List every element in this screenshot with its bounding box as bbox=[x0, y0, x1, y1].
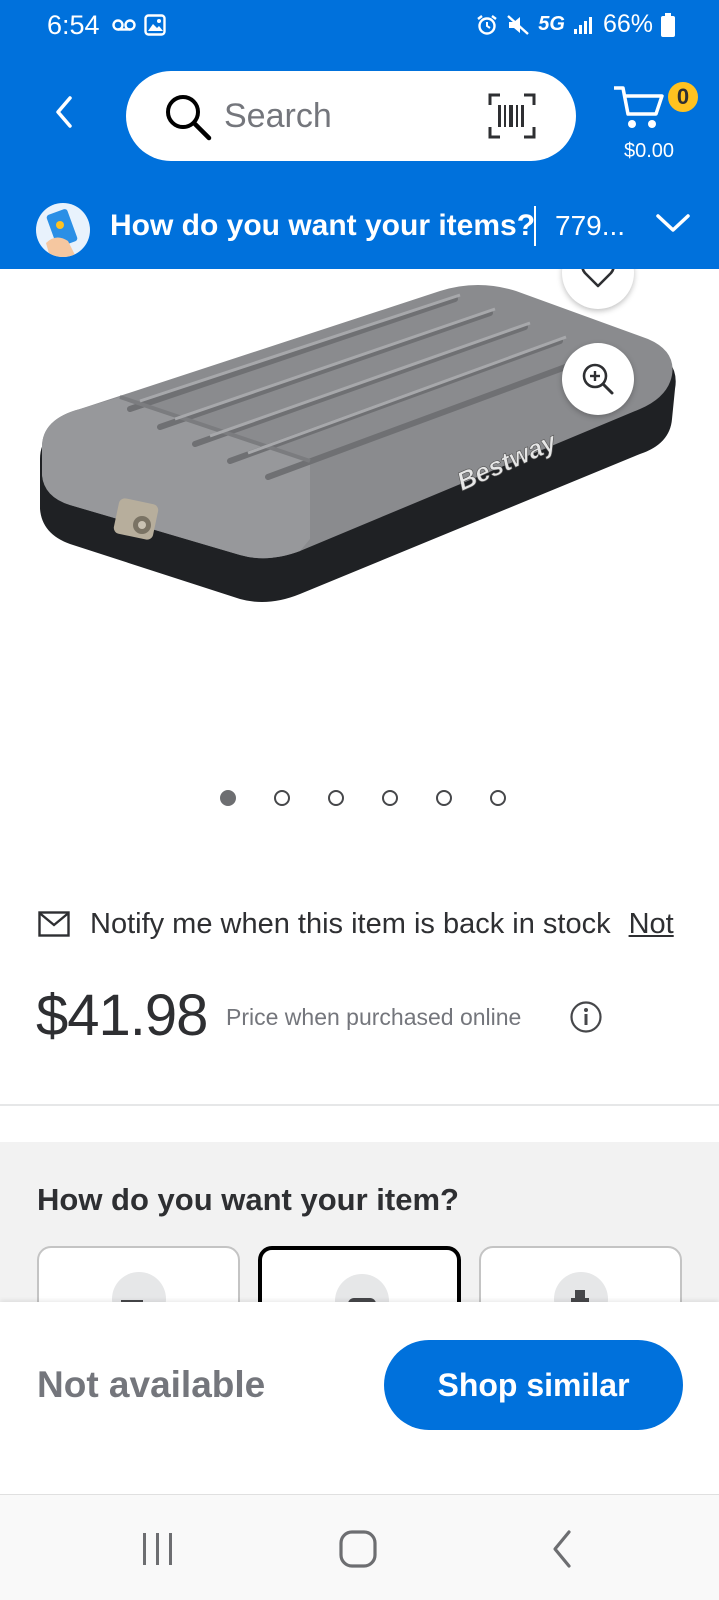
fulfillment-title: How do you want your items? bbox=[110, 209, 536, 242]
product-image-carousel[interactable]: Bestway bbox=[0, 269, 719, 769]
recent-apps-button[interactable] bbox=[128, 1527, 188, 1571]
delivery-icon bbox=[554, 1272, 608, 1302]
status-bar: 6:54 5G 66% bbox=[0, 0, 719, 54]
options-title: How do you want your item? bbox=[37, 1182, 459, 1217]
mute-icon bbox=[507, 14, 530, 35]
home-button[interactable] bbox=[328, 1527, 388, 1571]
price-note: Price when purchased online bbox=[226, 1004, 522, 1030]
cart-total: $0.00 bbox=[624, 140, 675, 162]
divider bbox=[0, 1104, 719, 1106]
app-header: 0 $0.00 bbox=[0, 54, 719, 192]
alarm-icon bbox=[477, 14, 497, 35]
chevron-down-icon bbox=[656, 214, 690, 232]
shop-similar-button[interactable]: Shop similar bbox=[384, 1340, 683, 1430]
back-nav-button[interactable] bbox=[532, 1527, 592, 1571]
voicemail-icon bbox=[112, 19, 136, 31]
product-price: $41.98 bbox=[36, 983, 208, 1048]
availability-status: Not available bbox=[37, 1364, 266, 1405]
info-icon[interactable] bbox=[569, 1000, 603, 1034]
search-icon bbox=[166, 95, 212, 141]
action-bar: Not available Shop similar bbox=[0, 1302, 719, 1494]
fulfillment-options: How do you want your item? bbox=[0, 1142, 719, 1302]
carousel-dot[interactable] bbox=[489, 790, 506, 806]
home-icon bbox=[339, 1530, 377, 1568]
option-shipping[interactable] bbox=[37, 1246, 240, 1302]
battery-icon bbox=[661, 12, 675, 37]
search-bar[interactable] bbox=[126, 71, 576, 161]
notify-link[interactable]: Not bbox=[629, 908, 674, 941]
network-type: 5G bbox=[538, 13, 565, 35]
search-input[interactable] bbox=[224, 93, 464, 139]
heart-icon bbox=[581, 269, 615, 288]
image-icon bbox=[144, 14, 166, 36]
pickup-icon bbox=[335, 1274, 389, 1302]
shipping-truck-icon bbox=[112, 1272, 166, 1302]
system-nav-bar bbox=[0, 1494, 719, 1600]
back-button[interactable] bbox=[42, 90, 86, 134]
zoom-in-icon bbox=[582, 363, 614, 395]
mail-icon bbox=[38, 911, 70, 937]
notify-text: Notify me when this item is back in stoc… bbox=[90, 907, 611, 940]
option-delivery[interactable] bbox=[479, 1246, 682, 1302]
back-nav-icon bbox=[553, 1530, 571, 1568]
carousel-dot[interactable] bbox=[381, 790, 398, 806]
carousel-dot[interactable] bbox=[435, 790, 452, 806]
cart-count-badge: 0 bbox=[666, 80, 700, 114]
barcode-scanner-icon[interactable] bbox=[488, 93, 536, 139]
recent-apps-icon bbox=[143, 1533, 172, 1565]
chevron-left-icon bbox=[56, 96, 72, 128]
battery-percent: 66% bbox=[602, 10, 653, 38]
carousel-indicators bbox=[0, 790, 719, 806]
zoom-button[interactable] bbox=[562, 343, 634, 415]
cart-button[interactable]: 0 $0.00 bbox=[612, 78, 702, 174]
fulfillment-selector[interactable]: How do you want your items? 779... bbox=[0, 192, 719, 269]
fulfillment-zip: 779... bbox=[555, 210, 626, 241]
carousel-dot[interactable] bbox=[327, 790, 344, 806]
option-pickup[interactable] bbox=[258, 1246, 461, 1302]
notify-back-in-stock[interactable]: Notify me when this item is back in stoc… bbox=[38, 906, 719, 942]
fulfillment-avatar-icon bbox=[36, 203, 90, 257]
divider bbox=[534, 206, 536, 246]
status-time: 6:54 bbox=[47, 10, 100, 40]
signal-icon bbox=[573, 16, 592, 34]
carousel-dot[interactable] bbox=[273, 790, 290, 806]
cart-icon bbox=[614, 86, 664, 128]
carousel-dot[interactable] bbox=[219, 790, 236, 806]
product-image: Bestway bbox=[40, 285, 676, 603]
